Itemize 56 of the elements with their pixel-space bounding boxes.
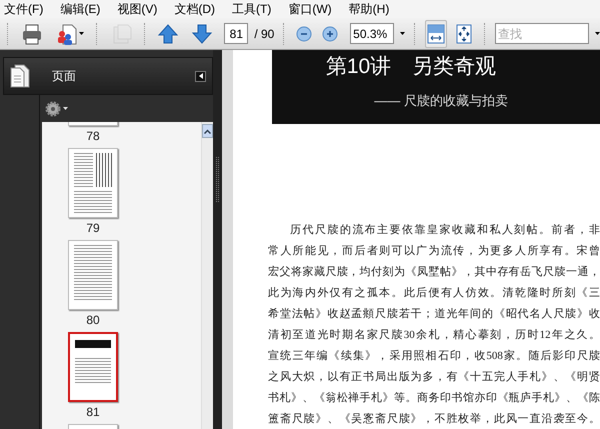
- fit-width-button[interactable]: [424, 20, 448, 48]
- chapter-subheading: —— 尺牍的收藏与拍卖: [374, 92, 508, 110]
- banner-drawing: [75, 340, 111, 348]
- page-label: 81: [86, 405, 100, 419]
- text-line: 清初至道光时期名家尺牍30余札，精心摹刻，历时12年之久。: [268, 328, 600, 343]
- caret-icon: [595, 32, 600, 35]
- options-button[interactable]: [45, 100, 68, 116]
- page-label: 78: [86, 129, 100, 143]
- scrollbar[interactable]: [201, 122, 213, 429]
- up-arrow-icon: [157, 22, 180, 44]
- page-thumbnail[interactable]: [68, 240, 118, 310]
- text-line: 常人所能见，而后者则可以广为流传，为更多人所享有。宋曾: [268, 244, 600, 259]
- menu-item[interactable]: 文档(D): [174, 0, 215, 18]
- menu-item[interactable]: 窗口(W): [288, 0, 332, 18]
- pages-icon[interactable]: [10, 64, 30, 88]
- down-arrow-icon: [191, 22, 214, 44]
- page-label: 79: [86, 221, 100, 235]
- search-field[interactable]: 查找: [495, 23, 590, 44]
- scroll-up-button[interactable]: [202, 124, 213, 138]
- minus-circle-icon: [296, 26, 312, 42]
- page-label: 80: [86, 313, 100, 327]
- print-icon: [20, 22, 43, 44]
- panel-title: 页面: [52, 68, 76, 85]
- page-thumbnail[interactable]: [68, 332, 118, 402]
- zoom-field[interactable]: 50.3%: [350, 23, 394, 44]
- text-line: 书札》、《翁松禅手札》等。商务印书馆亦印《瓶庐手札》、《陈: [268, 390, 600, 406]
- collapse-button[interactable]: [195, 70, 206, 82]
- caret-icon: [63, 107, 68, 110]
- triangle-icon: [198, 73, 202, 79]
- zoom-dropdown-button[interactable]: [400, 32, 406, 35]
- caret-icon: [78, 32, 84, 35]
- text-line: 此为海内外仅有之孤本。此后便有人仿效。清乾隆时所刻《三: [268, 286, 600, 301]
- text-line: 历代尺牍的流布主要依靠皇家收藏和私人刻帖。前者，非: [289, 222, 600, 238]
- zoom-in-button[interactable]: [320, 26, 340, 42]
- menu-item[interactable]: 工具(T): [232, 0, 272, 18]
- chapter-heading: 第10讲 另类奇观: [326, 54, 496, 80]
- fit-width-icon: [426, 24, 446, 44]
- chevron-up-icon: [204, 128, 211, 134]
- text-line: 宣统三年编《续集》，采用照相石印，收508家。随后影印尺牍: [268, 348, 600, 364]
- page-number-field[interactable]: 81: [224, 23, 248, 44]
- text-line: 希堂法帖》收赵孟頫尺牍若干；道光年间的《昭代名人尺牍》收: [268, 306, 600, 322]
- menu-item[interactable]: 视图(V): [117, 0, 158, 18]
- plus-circle-icon: [322, 26, 338, 42]
- gear-icon: [45, 100, 61, 116]
- search-dropdown-button[interactable]: [595, 32, 600, 35]
- fit-page-icon: [454, 24, 474, 44]
- text-line: 宏父将家藏尺牍，均付刻为《凤墅帖》，其中存有岳飞尺牍一通，: [268, 264, 600, 280]
- page-total: / 90: [254, 26, 274, 42]
- menu-item[interactable]: 文件(F): [4, 0, 44, 18]
- menu-item[interactable]: 编辑(E): [60, 0, 100, 18]
- text-line: 之风大炽，以有正书局出版为多，有《十五完人手札》、《明贤: [268, 370, 600, 385]
- text-line: 簠斋尺牍》、《吴愙斋尺牍》，不胜枚举，此风一直沿袭至今。: [268, 412, 600, 427]
- menu-item[interactable]: 帮助(H): [348, 0, 390, 18]
- zoom-out-button[interactable]: [294, 26, 314, 42]
- caret-icon: [400, 32, 406, 35]
- page-thumbnail[interactable]: [68, 148, 118, 218]
